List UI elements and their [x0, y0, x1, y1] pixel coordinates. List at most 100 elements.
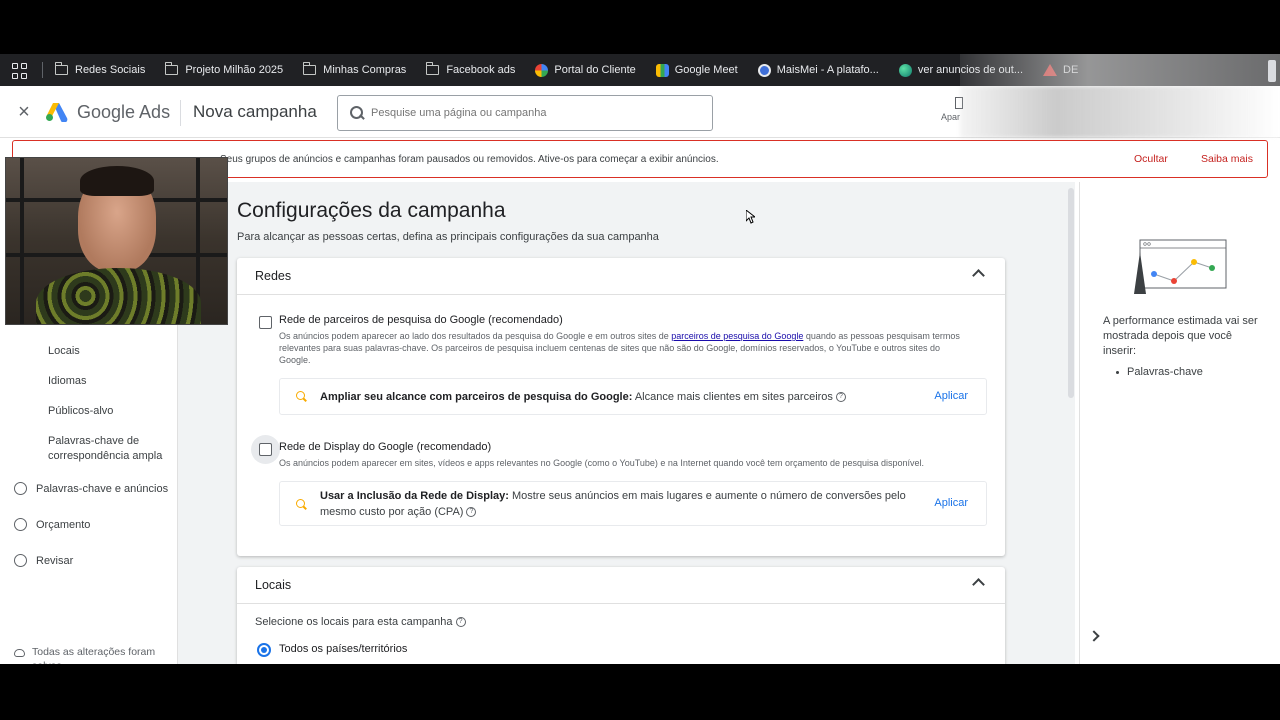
- option-description: Os anúncios podem aparecer em sites, víd…: [279, 458, 925, 468]
- bookmark-redes-sociais[interactable]: Redes Sociais: [55, 62, 145, 76]
- bookmarks-separator: [42, 62, 43, 78]
- appearance-label: Apar: [941, 112, 961, 122]
- page-title: Nova campanha: [193, 102, 317, 121]
- saved-text: Todas as alterações foram salvas: [32, 646, 156, 664]
- option-title: Rede de parceiros de pesquisa do Google …: [279, 314, 563, 326]
- step-label: Palavras-chave e anúncios: [36, 482, 169, 495]
- suggestion-text: Ampliar seu alcance com parceiros de pes…: [320, 389, 846, 405]
- section-subtitle: Para alcançar as pessoas certas, defina …: [237, 231, 659, 243]
- blurred-area: [960, 86, 1280, 138]
- alert-text: Seus grupos de anúncios e campanhas fora…: [220, 153, 719, 165]
- sidebar-item-locais[interactable]: Locais: [48, 344, 80, 359]
- apply-button[interactable]: Aplicar: [934, 390, 968, 402]
- close-icon[interactable]: ×: [15, 102, 33, 122]
- cloud-saved-icon: [14, 649, 25, 657]
- bookmark-google-meet[interactable]: Google Meet: [655, 63, 738, 77]
- suggestion-body: Alcance mais clientes em sites parceiros: [632, 391, 833, 403]
- desc-text: Os anúncios podem aparecer ao lado dos r…: [279, 331, 672, 341]
- search-partners-link[interactable]: parceiros de pesquisa do Google: [671, 331, 803, 341]
- chevron-right-icon[interactable]: [1088, 630, 1100, 642]
- performance-text: A performance estimada vai ser mostrada …: [1103, 315, 1258, 357]
- sidebar-item-palavras-ampla[interactable]: Palavras-chave de correspondência ampla: [48, 434, 168, 464]
- bookmark-minhas-compras[interactable]: Minhas Compras: [303, 62, 407, 76]
- blurred-area: [960, 54, 1280, 86]
- webcam-person-hair: [80, 166, 154, 196]
- display-network-checkbox[interactable]: [259, 443, 272, 456]
- option-description: Os anúncios podem aparecer ao lado dos r…: [279, 330, 969, 366]
- sidebar-step-budget[interactable]: Orçamento: [14, 518, 90, 531]
- apps-grid-icon[interactable]: [12, 61, 30, 79]
- search-input[interactable]: [371, 107, 701, 119]
- help-icon[interactable]: ?: [835, 392, 846, 403]
- display-network-suggestion: Usar a Inclusão da Rede de Display: Most…: [279, 481, 987, 526]
- radio-label: Todos os países/territórios: [279, 643, 408, 655]
- sidebar-step-keywords[interactable]: Palavras-chave e anúncios: [14, 482, 168, 495]
- sidebar-step-review[interactable]: Revisar: [14, 554, 73, 567]
- folder-icon: [303, 62, 317, 75]
- step-circle-icon: [14, 554, 27, 567]
- suggestion-bold: Usar a Inclusão da Rede de Display:: [320, 490, 509, 502]
- main-content: Configurações da campanha Para alcançar …: [178, 182, 1075, 664]
- search-icon: [296, 391, 308, 403]
- locations-label-text: Selecione os locais para esta campanha: [255, 616, 453, 628]
- mouse-cursor-icon: [746, 210, 755, 224]
- bookmark-label: Portal do Cliente: [554, 64, 636, 76]
- step-circle-icon: [14, 518, 27, 531]
- webcam-overlay: [5, 157, 228, 325]
- section-title: Configurações da campanha: [237, 199, 506, 222]
- chevron-up-icon[interactable]: [972, 578, 985, 591]
- app-header: × Google Ads Nova campanha Apar: [0, 86, 1280, 138]
- letterbox-bottom: [0, 664, 1280, 720]
- suggestion-bold: Ampliar seu alcance com parceiros de pes…: [320, 391, 633, 403]
- bookmark-projeto-milhao[interactable]: Projeto Milhão 2025: [165, 62, 284, 76]
- chevron-up-icon[interactable]: [972, 269, 985, 282]
- google-ads-logo-icon: [46, 103, 68, 122]
- brand-name: Google Ads: [77, 102, 171, 122]
- option-title: Rede de Display do Google (recomendado): [279, 441, 492, 453]
- search-partners-suggestion: Ampliar seu alcance com parceiros de pes…: [279, 378, 987, 415]
- sidebar-item-idiomas[interactable]: Idiomas: [48, 374, 87, 389]
- performance-panel: A performance estimada vai ser mostrada …: [1079, 182, 1280, 664]
- folder-icon: [165, 62, 179, 75]
- locations-card-header[interactable]: Locais: [237, 567, 1005, 604]
- portal-icon: [535, 63, 549, 77]
- search-box[interactable]: [337, 95, 713, 131]
- bookmarks-overflow-handle[interactable]: [1268, 60, 1276, 82]
- bookmark-label: Projeto Milhão 2025: [185, 64, 284, 76]
- webcam-shelf: [20, 158, 24, 324]
- bookmark-maismei[interactable]: MaisMei - A platafo...: [757, 63, 879, 77]
- card-heading: Redes: [255, 269, 292, 283]
- letterbox-top: [0, 0, 1280, 54]
- folder-icon: [55, 62, 68, 75]
- networks-card-header[interactable]: Redes: [237, 258, 1005, 295]
- search-icon: [296, 499, 308, 511]
- locations-card: Locais Selecione os locais para esta cam…: [237, 567, 1005, 664]
- performance-illustration-icon: [1134, 239, 1227, 294]
- maismei-icon: [757, 63, 771, 77]
- all-countries-radio[interactable]: [257, 643, 271, 657]
- bookmark-label: Facebook ads: [446, 64, 516, 76]
- hide-alert-button[interactable]: Ocultar: [1134, 153, 1168, 165]
- sidebar-item-publicos[interactable]: Públicos-alvo: [48, 404, 113, 419]
- bookmark-portal-cliente[interactable]: Portal do Cliente: [535, 63, 636, 77]
- card-heading: Locais: [255, 578, 292, 592]
- learn-more-link[interactable]: Saiba mais: [1201, 153, 1253, 165]
- locations-label: Selecione os locais para esta campanha?: [255, 616, 466, 628]
- bookmark-label: MaisMei - A platafo...: [776, 64, 879, 76]
- folder-icon: [426, 62, 440, 75]
- bookmark-label: Google Meet: [674, 64, 738, 76]
- search-partners-checkbox[interactable]: [259, 316, 272, 329]
- main-scrollbar[interactable]: [1068, 188, 1074, 398]
- step-circle-icon: [14, 482, 27, 495]
- step-label: Orçamento: [36, 518, 91, 531]
- meet-icon: [655, 63, 669, 77]
- bookmark-facebook-ads[interactable]: Facebook ads: [426, 62, 516, 76]
- header-separator: [180, 100, 181, 126]
- apply-button[interactable]: Aplicar: [934, 497, 968, 509]
- bullet-icon: [1116, 370, 1119, 374]
- help-icon[interactable]: ?: [466, 507, 477, 518]
- help-icon[interactable]: ?: [455, 617, 466, 628]
- bookmark-label: Minhas Compras: [323, 64, 407, 76]
- suggestion-text: Usar a Inclusão da Rede de Display: Most…: [320, 488, 930, 520]
- list-item-label: Palavras-chave: [1127, 366, 1203, 378]
